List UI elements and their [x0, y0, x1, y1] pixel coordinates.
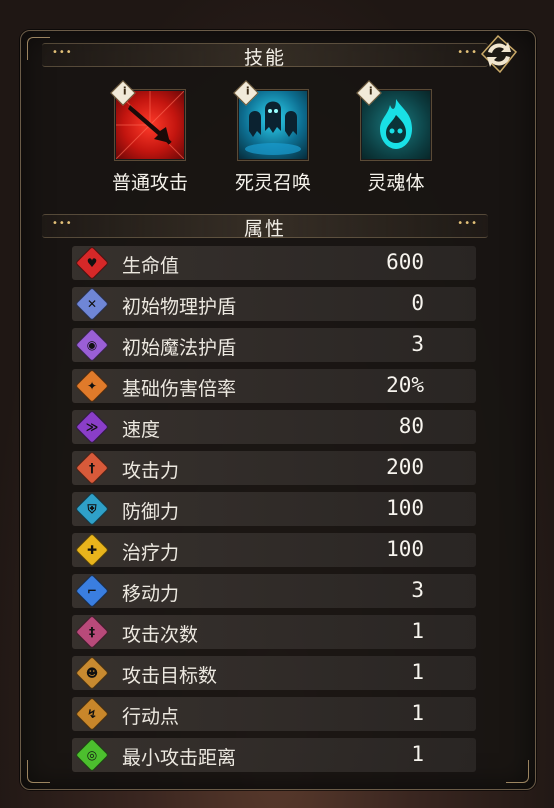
skill-normal-attack[interactable]: i 普通攻击 [100, 80, 200, 195]
stat-row-heal: ✚ 治疗力 100 [72, 533, 476, 567]
header-dots-right: ••• [457, 218, 478, 229]
stat-row-movement: ⌐ 移动力 3 [72, 574, 476, 608]
skill-label: 死灵召唤 [234, 172, 311, 194]
stat-value: 100 [386, 496, 424, 520]
stat-row-attack: † 攻击力 200 [72, 451, 476, 485]
stat-name: 生命值 [122, 255, 180, 277]
heal-icon: ✚ [75, 533, 109, 567]
stat-value: 200 [386, 455, 424, 479]
speed-icon: ≫ [75, 410, 109, 444]
stat-row-action-points: ↯ 行动点 1 [72, 697, 476, 731]
stat-value: 1 [411, 742, 424, 766]
attributes-title: 属性 [243, 218, 286, 240]
stat-value: 600 [386, 250, 424, 274]
stat-name: 攻击次数 [122, 624, 199, 646]
stat-name: 攻击目标数 [122, 665, 218, 687]
attack-count-icon: ‡ [75, 615, 109, 649]
skill-label: 灵魂体 [367, 172, 425, 194]
defense-icon: ⛨ [75, 492, 109, 526]
stat-name: 最小攻击距离 [122, 747, 237, 769]
stat-name: 初始魔法护盾 [122, 337, 237, 359]
stat-row-min-range: ◎ 最小攻击距离 1 [72, 738, 476, 772]
stat-name: 行动点 [122, 706, 180, 728]
stat-value: 1 [411, 701, 424, 725]
stat-row-hp: ♥ 生命值 600 [72, 246, 476, 280]
stat-row-physical-shield: ✕ 初始物理护盾 0 [72, 287, 476, 321]
attack-icon: † [75, 451, 109, 485]
stat-row-magic-shield: ◉ 初始魔法护盾 3 [72, 328, 476, 362]
corner-ornament-bottom-left [27, 760, 50, 783]
stat-name: 初始物理护盾 [122, 296, 237, 318]
stat-value: 1 [411, 619, 424, 643]
stat-value: 80 [398, 414, 424, 438]
stat-row-defense: ⛨ 防御力 100 [72, 492, 476, 526]
skill-necro-summon[interactable]: i 死灵召唤 [223, 80, 323, 195]
corner-ornament-bottom-right [506, 760, 529, 783]
skill-label: 普通攻击 [111, 172, 188, 194]
stat-value: 1 [411, 660, 424, 684]
target-count-icon: ☻ [75, 656, 109, 690]
skill-soul-body[interactable]: i 灵魂体 [346, 80, 446, 195]
magic-shield-icon: ◉ [75, 328, 109, 362]
stat-row-speed: ≫ 速度 80 [72, 410, 476, 444]
skills-header: ••• 技能 ••• [42, 43, 488, 69]
stat-name: 基础伤害倍率 [122, 378, 237, 400]
stat-value: 20% [386, 373, 424, 397]
stat-name: 治疗力 [122, 542, 180, 564]
boot-icon: ⌐ [75, 574, 109, 608]
stat-row-damage-multiplier: ✦ 基础伤害倍率 20% [72, 369, 476, 403]
action-point-icon: ↯ [75, 697, 109, 731]
stat-value: 0 [411, 291, 424, 315]
stat-value: 100 [386, 537, 424, 561]
stat-name: 防御力 [122, 501, 180, 523]
stat-name: 移动力 [122, 583, 180, 605]
swap-arrows-icon[interactable] [474, 30, 524, 78]
stat-row-attack-count: ‡ 攻击次数 1 [72, 615, 476, 649]
physical-shield-icon: ✕ [75, 287, 109, 321]
stat-name: 速度 [122, 419, 161, 441]
damage-multiplier-icon: ✦ [75, 369, 109, 403]
stat-value: 3 [411, 332, 424, 356]
range-icon: ◎ [75, 738, 109, 772]
stat-row-target-count: ☻ 攻击目标数 1 [72, 656, 476, 690]
skills-title: 技能 [243, 47, 286, 69]
attributes-header: ••• 属性 ••• [42, 214, 488, 240]
heart-icon: ♥ [75, 246, 109, 280]
stat-name: 攻击力 [122, 460, 180, 482]
stat-value: 3 [411, 578, 424, 602]
